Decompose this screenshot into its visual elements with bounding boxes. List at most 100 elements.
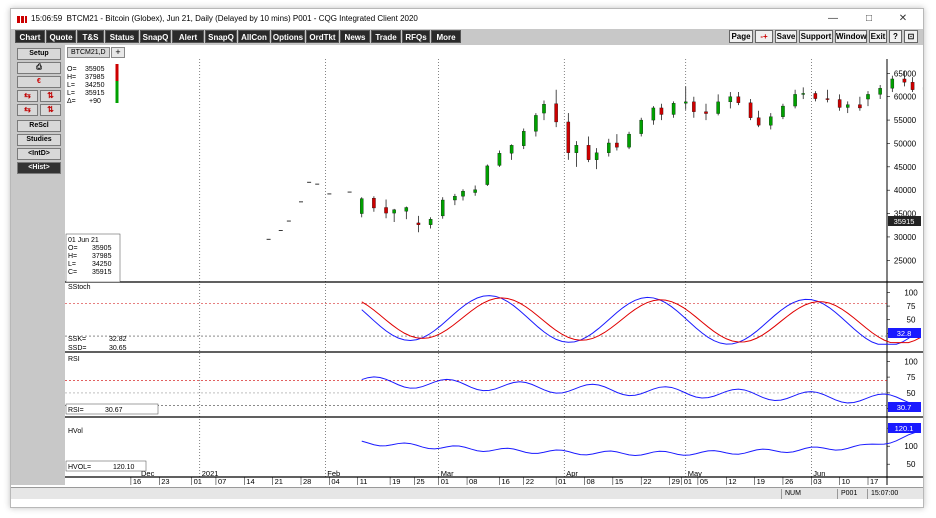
cursor-open-label: O=	[68, 245, 78, 252]
more-button[interactable]: More	[431, 30, 461, 43]
candle-body	[846, 104, 850, 108]
main-toolbar: Chart Quote T&S Status SnapQ Alert SnapQ…	[11, 29, 923, 45]
rescale-button[interactable]: ReScl	[17, 120, 61, 132]
zoom-in-button[interactable]: ⇆	[17, 90, 38, 102]
currency-button[interactable]: €	[17, 76, 61, 88]
candle-body	[607, 142, 611, 153]
price-tick-label: 50000	[894, 139, 917, 148]
chart-tab-bar: BTCM21,D +	[65, 45, 923, 59]
day-label: 12	[728, 477, 736, 485]
zoom-in-icon: ⇆	[24, 91, 31, 100]
page-nav-button[interactable]: -+	[755, 30, 773, 43]
options-button[interactable]: Options	[271, 30, 305, 43]
last-price-text: 35915	[894, 217, 915, 226]
chart-area[interactable]: 2500030000350004000045000500005500060000…	[65, 59, 923, 485]
ssk-value: 32.82	[109, 336, 127, 343]
panel-tick-label: 50	[907, 460, 916, 469]
support-button[interactable]: Support	[799, 30, 833, 43]
pin-icon[interactable]: ⊡	[904, 30, 918, 43]
chart-button[interactable]: Chart	[15, 30, 45, 43]
zoom-out-button[interactable]: ⇅	[40, 90, 61, 102]
save-button[interactable]: Save	[775, 30, 797, 43]
candle-body	[910, 82, 915, 90]
page-button[interactable]: Page	[729, 30, 753, 43]
sstoch-title: SStoch	[68, 284, 91, 291]
quote-button[interactable]: Quote	[46, 30, 76, 43]
candle-body	[392, 209, 396, 214]
dollar-circle-icon: €	[37, 78, 41, 85]
scroll-left-button[interactable]: ⇆	[17, 104, 38, 116]
snapq-button-2[interactable]: SnapQ	[205, 30, 237, 43]
candle-body	[428, 219, 433, 225]
intraday-button[interactable]: <IntD>	[17, 148, 61, 160]
panel-tick-label: 50	[907, 316, 916, 325]
candle-body	[748, 102, 753, 118]
news-button[interactable]: News	[340, 30, 370, 43]
rfqs-button[interactable]: RFQs	[402, 30, 430, 43]
ohlc-open-label: O=	[67, 66, 77, 73]
cursor-open-value: 35905	[92, 245, 112, 252]
candle-body	[878, 88, 882, 95]
app-window: 15:06:59 BTCM21 - Bitcoin (Globex), Jun …	[10, 8, 924, 508]
candle-body	[416, 222, 421, 225]
day-label: 15	[615, 477, 623, 485]
candle-body	[756, 117, 761, 126]
candle-body	[716, 101, 720, 114]
allcon-button[interactable]: AllCon	[238, 30, 270, 43]
alert-button[interactable]: Alert	[172, 30, 204, 43]
candle-body	[858, 104, 862, 109]
month-label: 2021	[202, 469, 219, 478]
window-title: 15:06:59 BTCM21 - Bitcoin (Globex), Jun …	[31, 14, 418, 23]
candle-body	[384, 207, 388, 214]
candle-body	[837, 99, 842, 108]
history-button[interactable]: <Hist>	[17, 162, 61, 174]
day-label: 16	[133, 477, 141, 485]
cursor-high-value: 37985	[92, 253, 112, 260]
day-label: 17	[870, 477, 878, 485]
day-label: 26	[785, 477, 793, 485]
help-button[interactable]: ?	[889, 30, 902, 43]
arrows-vertical-icon: ⇅	[47, 105, 54, 114]
print-button[interactable]: ⎙	[17, 62, 61, 74]
ohlc-last-label: L=	[67, 90, 75, 97]
snapq-button[interactable]: SnapQ	[140, 30, 171, 43]
day-label: 22	[643, 477, 651, 485]
trade-button[interactable]: Trade	[371, 30, 401, 43]
candle-body	[497, 153, 502, 166]
candle-body	[728, 96, 733, 103]
panel-tick-label: 100	[904, 442, 918, 451]
chart-tab[interactable]: BTCM21,D	[67, 47, 110, 58]
left-sidebar: Setup ⎙ € ⇆ ⇅ ⇆ ⇅ ReScl Studies <IntD> <…	[11, 45, 65, 485]
minimize-button[interactable]: —	[821, 11, 845, 27]
ohlc-last-value: 35915	[85, 90, 105, 97]
day-label: 11	[360, 477, 368, 485]
day-label: 21	[275, 477, 283, 485]
status-button[interactable]: Status	[105, 30, 139, 43]
cursor-low-label: L=	[68, 261, 76, 268]
maximize-button[interactable]: □	[857, 11, 881, 27]
close-button[interactable]: ✕	[891, 11, 915, 27]
day-label: 23	[161, 477, 169, 485]
studies-button[interactable]: Studies	[17, 134, 61, 146]
add-tab-button[interactable]: +	[111, 47, 125, 58]
price-tick-label: 55000	[894, 116, 917, 125]
window-button[interactable]: Window	[835, 30, 867, 43]
panel-tick-label: 100	[904, 357, 918, 366]
candle-body	[521, 131, 526, 146]
rsi-title: RSI	[68, 356, 80, 363]
ordtkt-button[interactable]: OrdTkt	[306, 30, 339, 43]
day-label: 22	[526, 477, 534, 485]
tns-button[interactable]: T&S	[77, 30, 104, 43]
day-label: 05	[700, 477, 708, 485]
cqg-logo-icon	[17, 16, 27, 23]
cursor-date: 01 Jun 21	[68, 237, 99, 244]
exit-button[interactable]: Exit	[869, 30, 887, 43]
candle-body	[372, 197, 376, 209]
ohlc-change-value: +90	[89, 98, 101, 105]
hvol-title: HVol	[68, 428, 83, 435]
scroll-right-button[interactable]: ⇅	[40, 104, 61, 116]
ohlc-change-label: Δ=	[67, 98, 76, 105]
candle-body	[769, 116, 773, 126]
setup-button[interactable]: Setup	[17, 48, 61, 60]
day-label: 01	[684, 477, 692, 485]
